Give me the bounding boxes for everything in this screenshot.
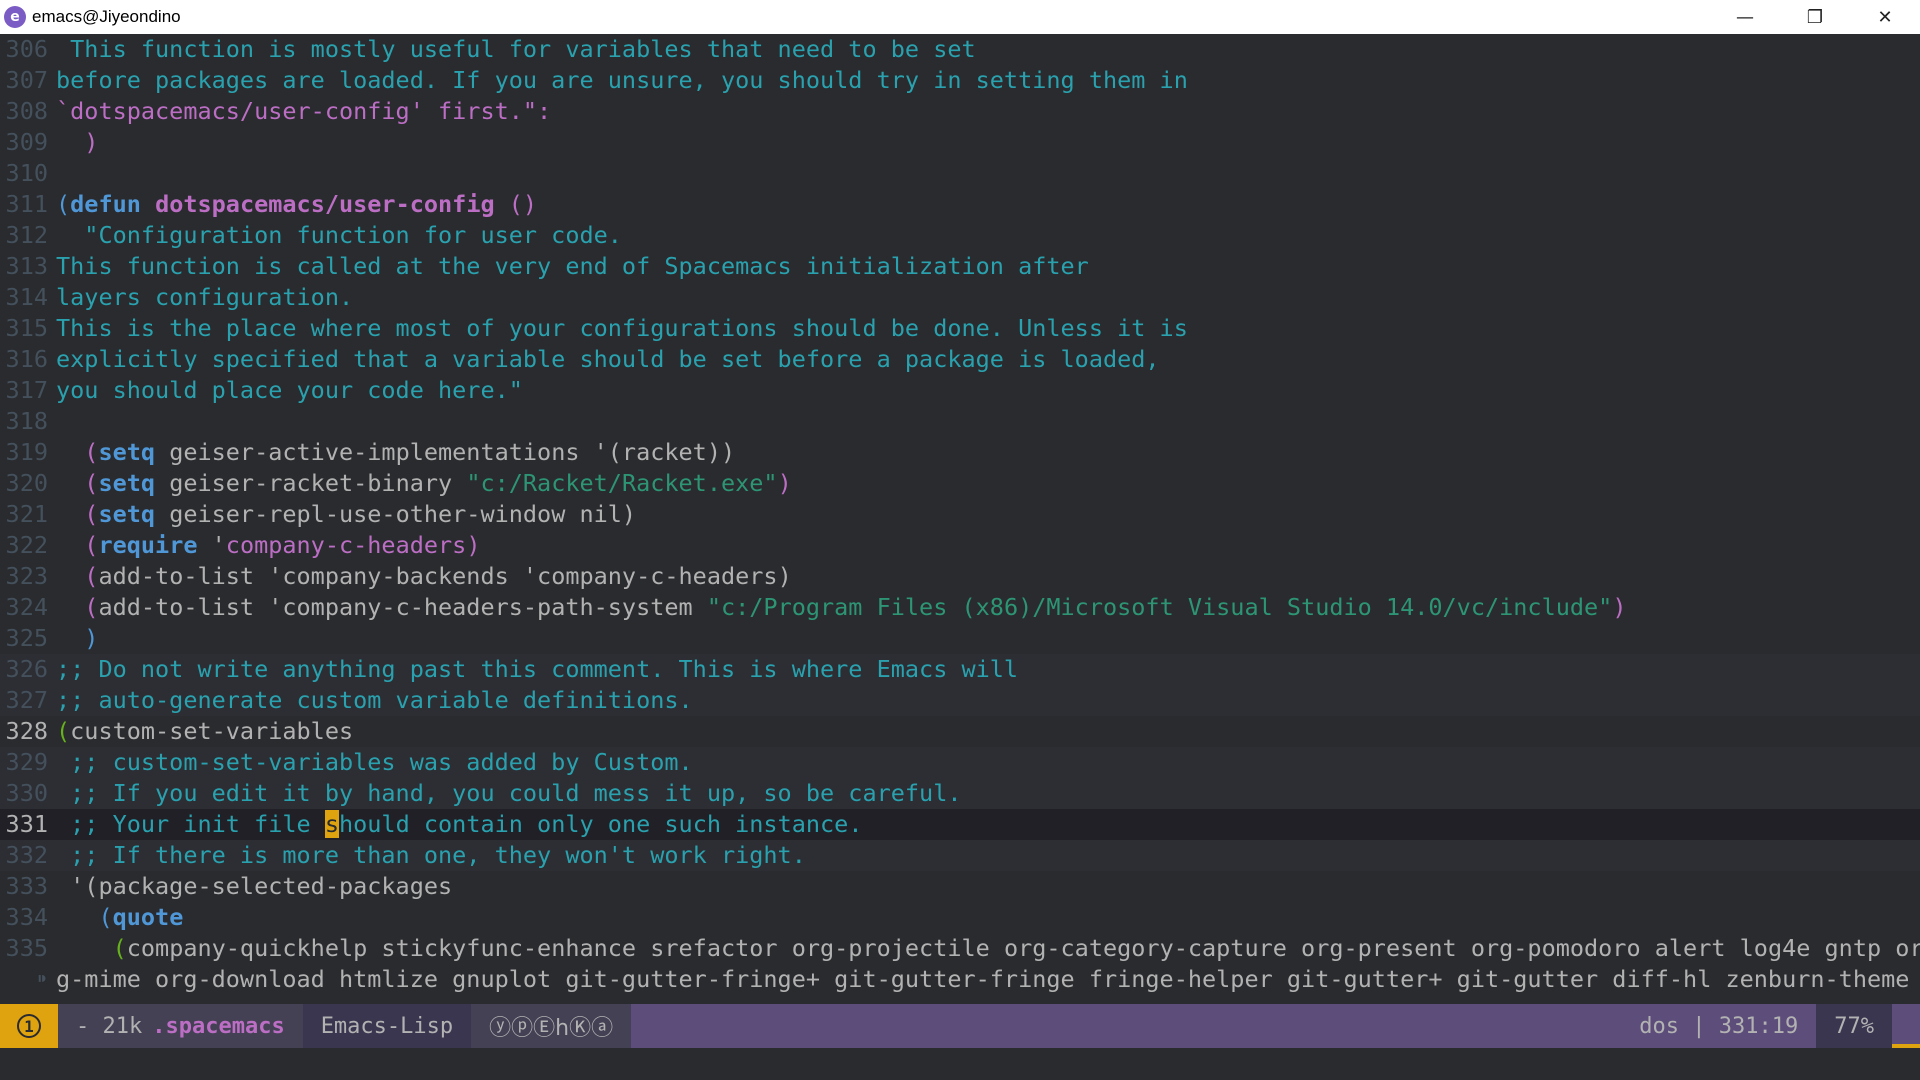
line-number: 312 [5, 221, 48, 249]
echo-area[interactable] [0, 1048, 1920, 1080]
code-line[interactable]: 314 layers configuration. [0, 282, 1920, 313]
major-mode[interactable]: Emacs-Lisp [302, 1004, 472, 1048]
buffer-size: - 21k [76, 1013, 143, 1039]
eol-type: dos [1639, 1013, 1680, 1039]
title-bar: e emacs@Jiyeondino — ❐ ✕ [0, 0, 1920, 34]
code-line[interactable]: 325 ) [0, 623, 1920, 654]
code-line[interactable]: 334 (quote [0, 902, 1920, 933]
code-line[interactable]: 312 "Configuration function for user cod… [0, 220, 1920, 251]
line-number: 332 [5, 841, 48, 869]
line-number: 333 [5, 872, 48, 900]
line-number: 307 [5, 66, 48, 94]
close-button[interactable]: ✕ [1850, 0, 1920, 34]
line-number: 317 [5, 376, 48, 404]
code-line[interactable]: 306 This function is mostly useful for v… [0, 34, 1920, 65]
window-number-badge[interactable]: 1 [0, 1004, 58, 1048]
text-cursor: s [324, 810, 339, 838]
code-line[interactable]: 335 (company-quickhelp stickyfunc-enhanc… [0, 933, 1920, 964]
code-line[interactable]: 318 [0, 406, 1920, 437]
cursor-position: dos | 331:19 [1639, 1013, 1799, 1039]
emacs-app-icon: e [4, 6, 26, 28]
code-line[interactable]: 328 (custom-set-variables [0, 716, 1920, 747]
code-line[interactable]: 320 (setq geiser-racket-binary "c:/Racke… [0, 468, 1920, 499]
code-line[interactable]: 326;; Do not write anything past this co… [0, 654, 1920, 685]
code-line[interactable]: 329 ;; custom-set-variables was added by… [0, 747, 1920, 778]
line-number: 335 [5, 934, 48, 962]
current-line[interactable]: 331 ;; Your init file should contain onl… [0, 809, 1920, 840]
minor-modes[interactable]: ⓨⓟⒺhⓀⓐ [471, 1004, 632, 1048]
code-line[interactable]: 319 (setq geiser-active-implementations … [0, 437, 1920, 468]
continuation-line[interactable]: ⁍ g-mime org-download htmlize gnuplot git… [0, 964, 1920, 995]
line-number: 308 [5, 97, 48, 125]
code-line[interactable]: 317 you should place your code here." [0, 375, 1920, 406]
line-number: 327 [5, 686, 48, 714]
minimize-button[interactable]: — [1710, 0, 1780, 34]
line-number: 310 [5, 159, 48, 187]
window-title: emacs@Jiyeondino [32, 7, 181, 26]
line-number: 316 [5, 345, 48, 373]
buffer-name[interactable]: .spacemacs [152, 1014, 284, 1039]
code-line[interactable]: 307 before packages are loaded. If you ar… [0, 65, 1920, 96]
code-line[interactable]: 321 (setq geiser-repl-use-other-window n… [0, 499, 1920, 530]
line-number: 313 [5, 252, 48, 280]
line-number: 330 [5, 779, 48, 807]
code-line[interactable]: 330 ;; If you edit it by hand, you could… [0, 778, 1920, 809]
line-number: 321 [5, 500, 48, 528]
buffer-percent: 77% [1816, 1004, 1892, 1048]
code-line[interactable]: 322 (require 'company-c-headers) [0, 530, 1920, 561]
line-number: 309 [5, 128, 48, 156]
scroll-indicator [1892, 1004, 1920, 1048]
mode-line: 1 - 21k .spacemacs Emacs-Lisp ⓨⓟⒺhⓀⓐ dos … [0, 1004, 1920, 1048]
restore-button[interactable]: ❐ [1780, 0, 1850, 34]
editor-buffer[interactable]: 306 This function is mostly useful for v… [0, 34, 1920, 1004]
code-line[interactable]: 323 (add-to-list 'company-backends 'comp… [0, 561, 1920, 592]
line-column: 331:19 [1718, 1013, 1799, 1039]
line-number: 319 [5, 438, 48, 466]
code-line[interactable]: 311 (defun dotspacemacs/user-config () [0, 189, 1920, 220]
line-number: 325 [5, 624, 48, 652]
line-number: 306 [5, 35, 48, 63]
code-line[interactable]: 324 (add-to-list 'company-c-headers-path… [0, 592, 1920, 623]
code-line[interactable]: 315 This is the place where most of your … [0, 313, 1920, 344]
line-number: 334 [5, 903, 48, 931]
line-number: 329 [5, 748, 48, 776]
code-line[interactable]: 309 ) [0, 127, 1920, 158]
line-number: 331 [5, 810, 48, 838]
code-line[interactable]: 310 [0, 158, 1920, 189]
line-number: 318 [5, 407, 48, 435]
buffer-info: - 21k .spacemacs [58, 1004, 303, 1048]
line-number: 322 [5, 531, 48, 559]
line-number: 314 [5, 283, 48, 311]
line-number: 324 [5, 593, 48, 621]
window-controls: — ❐ ✕ [1710, 0, 1920, 34]
code-line[interactable]: 327;; auto-generate custom variable defi… [0, 685, 1920, 716]
line-number: 320 [5, 469, 48, 497]
code-line[interactable]: 333 '(package-selected-packages [0, 871, 1920, 902]
line-number: 311 [5, 190, 48, 218]
line-number: 326 [5, 655, 48, 683]
code-line[interactable]: 313 This function is called at the very e… [0, 251, 1920, 282]
line-number: 328 [5, 717, 48, 745]
line-number: 323 [5, 562, 48, 590]
code-line[interactable]: 308 `dotspacemacs/user-config' first.": [0, 96, 1920, 127]
code-line[interactable]: 316 explicitly specified that a variable … [0, 344, 1920, 375]
code-line[interactable]: 332 ;; If there is more than one, they w… [0, 840, 1920, 871]
line-number: 315 [5, 314, 48, 342]
